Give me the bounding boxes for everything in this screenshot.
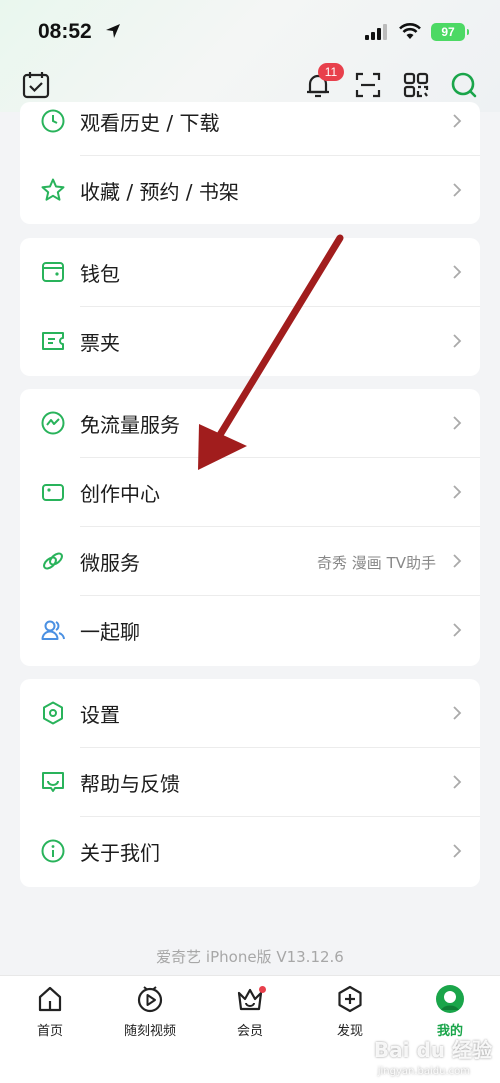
chevron-right-icon: [453, 114, 462, 128]
checkin-calendar-icon[interactable]: [21, 70, 51, 100]
status-time: 08:52: [38, 20, 92, 43]
menu-item-creator-center[interactable]: 创作中心: [20, 458, 480, 527]
mine-avatar-icon: [436, 985, 464, 1013]
menu-item-label: 微服务: [80, 551, 140, 575]
people-icon: [41, 620, 65, 640]
menu-item-tickets[interactable]: 票夹: [20, 307, 480, 376]
chevron-right-icon: [453, 334, 462, 348]
tab-label: 随刻视频: [123, 1024, 176, 1039]
vip-notification-dot: [259, 986, 266, 993]
chevron-right-icon: [453, 623, 462, 637]
tab-label: 首页: [36, 1024, 63, 1039]
chevron-right-icon: [453, 706, 462, 720]
camera-icon: [42, 484, 64, 501]
wifi-icon: [399, 23, 421, 39]
menu-item-settings[interactable]: 设置: [20, 679, 480, 748]
home-icon: [38, 986, 62, 1012]
baidu-watermark: Bai du 经验: [373, 1038, 492, 1062]
chevron-right-icon: [453, 265, 462, 279]
wallet-icon: [42, 262, 64, 282]
menu-item-label: 免流量服务: [80, 413, 180, 437]
ticket-icon: [42, 332, 64, 350]
menu-item-favorites[interactable]: 收藏 / 预约 / 书架: [20, 156, 480, 224]
menu-item-label: 创作中心: [80, 482, 160, 506]
settings-hexagon-icon: [43, 701, 63, 725]
info-icon: [41, 839, 65, 863]
link-icon: [43, 552, 63, 570]
tab-home[interactable]: 首页: [0, 984, 100, 1054]
menu-group-history: 观看历史 / 下载 收藏 / 预约 / 书架: [20, 102, 480, 224]
tab-vip[interactable]: 会员: [200, 984, 300, 1054]
chevron-right-icon: [453, 554, 462, 568]
feedback-message-icon: [42, 772, 64, 792]
play-circle-icon: [137, 986, 163, 1013]
location-arrow-icon: [106, 24, 120, 38]
baidu-watermark-url: jingyan.baidu.com: [377, 1066, 470, 1077]
chevron-right-icon: [453, 416, 462, 430]
cellular-signal-icon: [365, 24, 387, 40]
menu-item-about-us[interactable]: 关于我们: [20, 817, 480, 886]
tab-label: 会员: [236, 1024, 263, 1039]
clock-icon: [41, 109, 65, 133]
menu-item-label: 观看历史 / 下载: [80, 111, 220, 135]
menu-item-wallet[interactable]: 钱包: [20, 238, 480, 307]
status-bar: 08:52 97: [0, 0, 500, 62]
menu-item-label: 一起聊: [80, 620, 140, 644]
menu-item-label: 票夹: [80, 331, 120, 355]
tab-suike-video[interactable]: 随刻视频: [100, 984, 200, 1054]
battery-level: 97: [441, 25, 455, 39]
menu-item-help-feedback[interactable]: 帮助与反馈: [20, 748, 480, 817]
search-icon[interactable]: [449, 70, 479, 100]
menu-item-history-download[interactable]: 观看历史 / 下载: [20, 102, 480, 156]
traffic-chart-icon: [41, 411, 65, 435]
menu-group-wallet: 钱包 票夹: [20, 238, 480, 376]
micro-services-subtitle: 奇秀 漫画 TV助手: [317, 554, 436, 572]
menu-item-chat-together[interactable]: 一起聊: [20, 596, 480, 665]
chevron-right-icon: [453, 485, 462, 499]
menu-item-micro-services[interactable]: 微服务 奇秀 漫画 TV助手: [20, 527, 480, 596]
menu-item-free-data[interactable]: 免流量服务: [20, 389, 480, 458]
notification-badge: 11: [318, 63, 344, 81]
menu-group-services: 免流量服务 创作中心 微服务 奇秀 漫画 TV助手 一起聊: [20, 389, 480, 666]
plus-hexagon-icon: [338, 985, 362, 1013]
chevron-right-icon: [453, 183, 462, 197]
menu-item-label: 钱包: [80, 262, 120, 286]
menu-item-label: 收藏 / 预约 / 书架: [80, 180, 239, 204]
menu-item-label: 关于我们: [80, 841, 160, 865]
qr-code-icon[interactable]: [401, 70, 431, 100]
app-version-text: 爱奇艺 iPhone版 V13.12.6: [156, 948, 344, 966]
scan-icon[interactable]: [353, 70, 383, 100]
battery-indicator: 97: [431, 23, 469, 41]
chevron-right-icon: [453, 775, 462, 789]
menu-item-label: 帮助与反馈: [80, 772, 180, 796]
menu-item-label: 设置: [80, 703, 120, 727]
chevron-right-icon: [453, 844, 462, 858]
star-icon: [41, 178, 65, 201]
menu-group-settings: 设置 帮助与反馈 关于我们: [20, 679, 480, 887]
